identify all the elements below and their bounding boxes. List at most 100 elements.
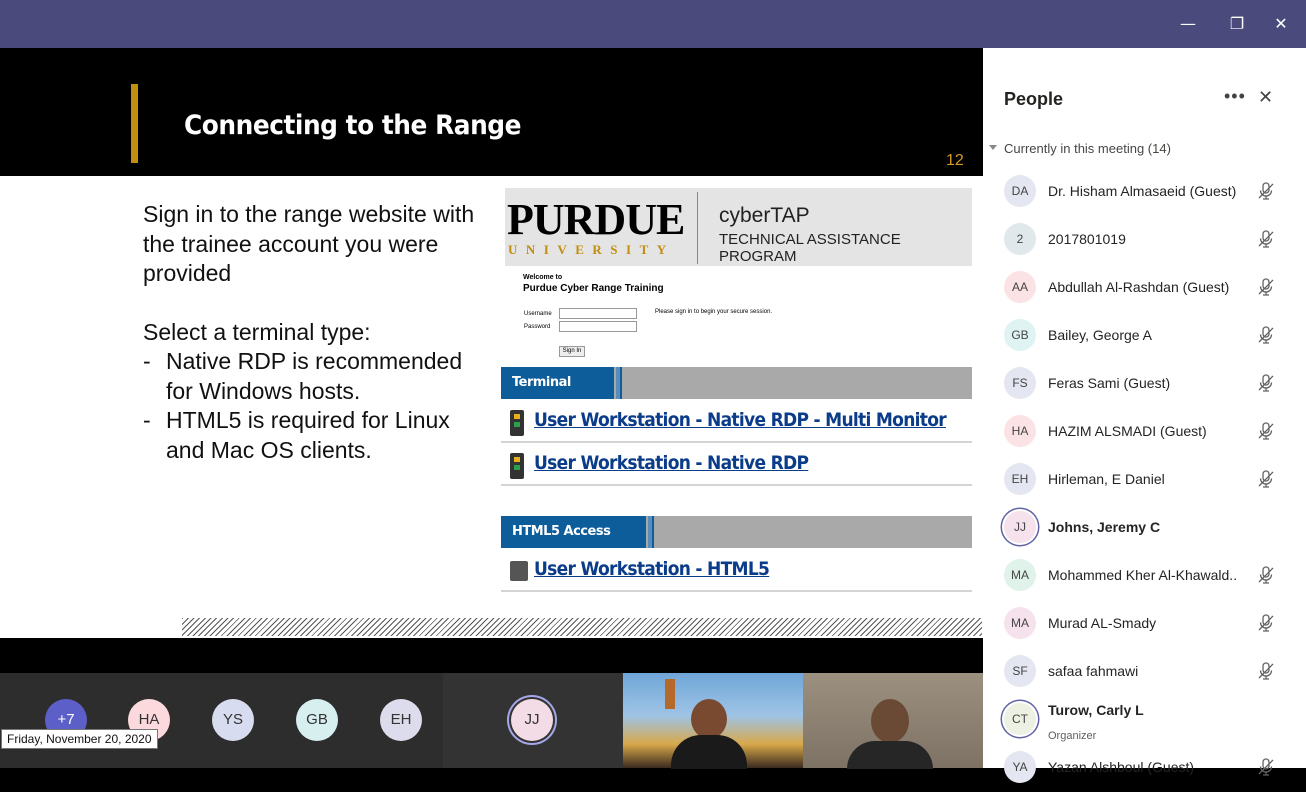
participant-name: Feras Sami (Guest) (1048, 375, 1171, 391)
people-panel: People ••• ✕ Currently in this meeting (… (983, 48, 1306, 783)
slide-bullet: - Native RDP is recommended for Windows … (143, 347, 493, 406)
session-row[interactable]: User Workstation - HTML5 (501, 549, 972, 592)
video-feed-tile[interactable] (803, 673, 983, 769)
rdp-monitor-icon (510, 410, 524, 436)
slide-bullet: - HTML5 is required for Linux and Mac OS… (143, 406, 493, 465)
tower-shape (665, 679, 675, 709)
participant-avatar: CT (1004, 703, 1036, 735)
meeting-section-header[interactable]: Currently in this meeting (14) (1004, 141, 1171, 156)
avatar[interactable]: GB (296, 699, 338, 741)
mic-muted-icon (1256, 565, 1276, 585)
participant-avatar: 2 (1004, 223, 1036, 255)
slide-paragraph: Select a terminal type: (143, 318, 371, 345)
purdue-banner: PURDUE UNIVERSITY cyberTAP TECHNICAL ASS… (505, 188, 972, 266)
purdue-logo: PURDUE (507, 195, 685, 244)
video-filmstrip: +7 HA YS GB EH JJ (0, 673, 983, 769)
slide-paragraph: Sign in to the range website with the tr… (143, 201, 475, 286)
session-row[interactable]: User Workstation - Native RDP (501, 443, 972, 486)
participant-row[interactable]: CT Turow, Carly L Organizer (983, 696, 1306, 744)
participant-avatar: HA (1004, 415, 1036, 447)
terminal-sessions-header: Terminal Sessions (501, 367, 972, 422)
mic-muted-icon (1256, 229, 1276, 249)
mic-muted-icon (1256, 421, 1276, 441)
participant-row[interactable]: MA Mohammed Kher Al-Khawald.. (983, 552, 1306, 600)
restore-icon[interactable]: ❐ (1225, 12, 1249, 36)
terminal-sessions-tab: Terminal Sessions (501, 367, 622, 422)
title-bar: — ❐ ✕ (0, 0, 1306, 48)
html5-sessions-tab: HTML5 Access Sessions (501, 516, 654, 571)
person-head-shape (871, 699, 909, 743)
more-options-icon[interactable]: ••• (1224, 86, 1246, 107)
participant-role: Organizer (1048, 730, 1097, 742)
participant-name: Murad AL-Smady (1048, 615, 1157, 631)
session-link[interactable]: User Workstation - Native RDP - Multi Mo… (534, 409, 947, 431)
participant-row[interactable]: DA Dr. Hisham Almasaeid (Guest) (983, 168, 1306, 216)
participant-row[interactable]: EH Hirleman, E Daniel (983, 456, 1306, 504)
password-label: Password (524, 324, 551, 330)
participant-avatar: EH (1004, 463, 1036, 495)
sign-in-help: Please sign in to begin your secure sess… (655, 309, 773, 315)
participant-row[interactable]: YA Yazan Alshboul (Guest) (983, 744, 1306, 792)
password-field[interactable] (559, 321, 637, 332)
avatar[interactable]: EH (380, 699, 422, 741)
close-panel-icon[interactable]: ✕ (1258, 87, 1273, 108)
mic-muted-icon (1256, 181, 1276, 201)
person-body-shape (847, 741, 933, 769)
bullet-text: Native RDP is recommended for Windows ho… (166, 348, 463, 404)
participant-row[interactable]: MA Murad AL-Smady (983, 600, 1306, 648)
site-name: Purdue Cyber Range Training (523, 283, 664, 294)
participant-row[interactable]: FS Feras Sami (Guest) (983, 360, 1306, 408)
participant-avatar: AA (1004, 271, 1036, 303)
slide-body: Sign in to the range website with the tr… (143, 200, 493, 465)
person-body-shape (671, 735, 747, 769)
participant-name: Johns, Jeremy C (1048, 519, 1161, 535)
participant-row[interactable]: SF safaa fahmawi (983, 648, 1306, 696)
mic-muted-icon (1256, 613, 1276, 633)
participant-row[interactable]: AA Abdullah Al-Rashdan (Guest) (983, 264, 1306, 312)
program-name: TECHNICAL ASSISTANCE PROGRAM (719, 231, 901, 265)
participant-name: Hirleman, E Daniel (1048, 471, 1165, 487)
participant-name: Dr. Hisham Almasaeid (Guest) (1048, 183, 1237, 199)
participant-row[interactable]: JJ Johns, Jeremy C (983, 504, 1306, 552)
participant-avatar: GB (1004, 319, 1036, 351)
slide-accent-bar (131, 84, 138, 163)
username-field[interactable] (559, 308, 637, 319)
participant-name: Yazan Alshboul (Guest) (1048, 759, 1195, 775)
rdp-icon (510, 453, 524, 479)
username-label: Username (524, 311, 552, 317)
participant-row[interactable]: HA HAZIM ALSMADI (Guest) (983, 408, 1306, 456)
sign-in-button[interactable]: Sign In (559, 346, 585, 357)
slide-header: Connecting to the Range 12 (0, 48, 983, 176)
video-feed-tile[interactable] (623, 673, 803, 769)
participant-avatar: FS (1004, 367, 1036, 399)
close-icon[interactable]: ✕ (1269, 12, 1293, 36)
purdue-logo-sub: UNIVERSITY (508, 242, 675, 257)
bullet-text: HTML5 is required for Linux and Mac OS c… (166, 407, 450, 463)
html5-sessions-header: HTML5 Access Sessions (501, 516, 972, 571)
slide-title: Connecting to the Range (184, 110, 522, 141)
avatar[interactable]: YS (212, 699, 254, 741)
bullet-dash: - (143, 407, 151, 433)
slide-number: 12 (946, 152, 964, 169)
participant-avatar: DA (1004, 175, 1036, 207)
portal-screenshot: PURDUE UNIVERSITY cyberTAP TECHNICAL ASS… (500, 186, 972, 604)
speaker-tile[interactable]: JJ (443, 673, 623, 768)
people-title: People (1004, 89, 1064, 109)
session-row[interactable]: User Workstation - Native RDP - Multi Mo… (501, 400, 972, 443)
session-link[interactable]: User Workstation - Native RDP (534, 452, 809, 474)
date-tooltip: Friday, November 20, 2020 (1, 729, 158, 749)
mic-muted-icon (1256, 469, 1276, 489)
participant-row[interactable]: GB Bailey, George A (983, 312, 1306, 360)
participant-name: Mohammed Kher Al-Khawald.. (1048, 567, 1238, 583)
mic-muted-icon (1256, 325, 1276, 345)
person-head-shape (691, 699, 727, 739)
collapse-section-icon[interactable] (989, 145, 997, 150)
banner-divider (697, 192, 698, 264)
participant-row[interactable]: 2 2017801019 (983, 216, 1306, 264)
bullet-dash: - (143, 348, 151, 374)
brand-name: cyberTAP (719, 204, 810, 227)
minimize-icon[interactable]: — (1176, 12, 1200, 36)
participant-avatar: SF (1004, 655, 1036, 687)
session-link[interactable]: User Workstation - HTML5 (534, 558, 770, 580)
mic-muted-icon (1256, 373, 1276, 393)
